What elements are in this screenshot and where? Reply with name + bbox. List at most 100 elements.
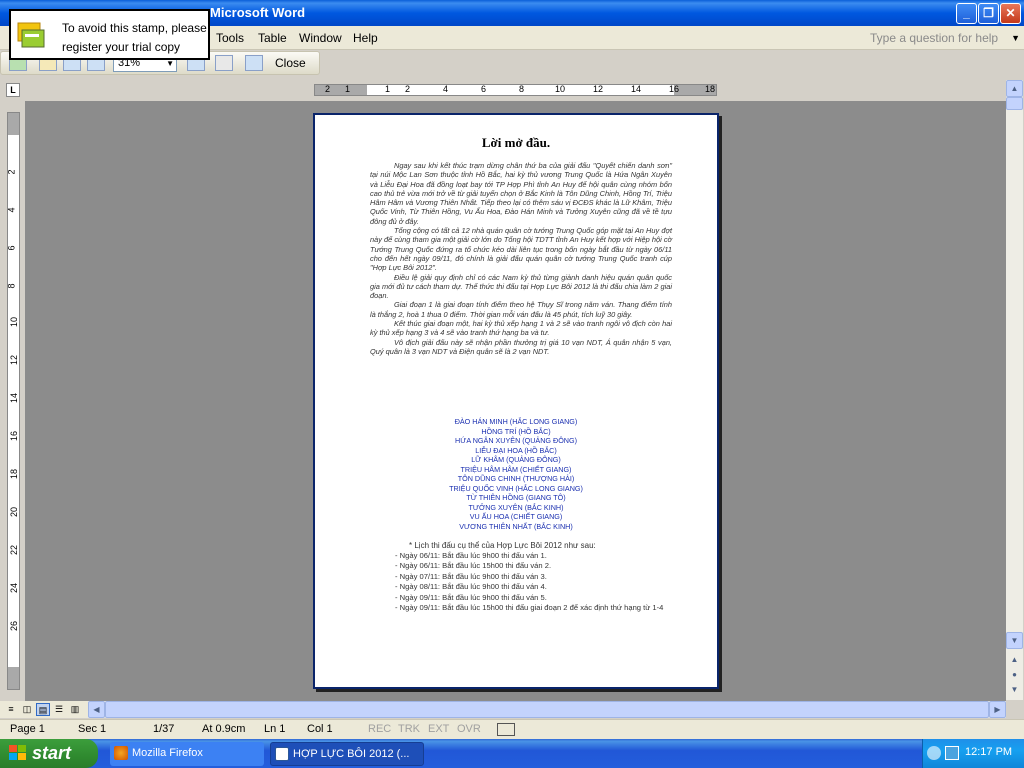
ruler-number: 2: [405, 84, 411, 94]
ruler-number: 14: [9, 392, 20, 404]
web-layout-icon[interactable]: ◫: [20, 703, 34, 716]
ruler-number: 10: [555, 84, 566, 94]
taskbar-item-word[interactable]: HỢP LỰC BÔI 2012 (...: [270, 742, 424, 766]
ruler-number: 20: [9, 506, 20, 518]
document-area[interactable]: Lời mở đầu. Ngay sau khi kết thúc trạm d…: [25, 101, 1006, 701]
spelling-status-icon[interactable]: [497, 723, 515, 736]
horizontal-scrollbar[interactable]: ◀ ▶: [88, 701, 1006, 718]
taskbar-item-firefox[interactable]: Mozilla Firefox: [110, 742, 264, 766]
vertical-ruler[interactable]: 2 4 6 8 10 12 14 16 18 20 22 24 26: [7, 112, 20, 690]
network-icon[interactable]: [945, 746, 959, 760]
ruler-number: 6: [481, 84, 487, 94]
ruler-number: 16: [669, 84, 680, 94]
status-trk[interactable]: TRK: [398, 723, 420, 735]
start-button[interactable]: start: [0, 739, 98, 768]
scroll-down-button[interactable]: ▼: [1006, 632, 1023, 649]
stamp-message-line-1: To avoid this stamp, please: [62, 21, 207, 35]
paragraph: Tổng cộng có tất cả 12 nhà quán quân cờ …: [370, 226, 672, 273]
normal-view-icon[interactable]: ≡: [4, 703, 18, 716]
ruler-number: 6: [6, 245, 17, 251]
vertical-scrollbar[interactable]: ▲ ▼ ▲ ● ▼: [1006, 80, 1023, 700]
ruler-number: 12: [593, 84, 604, 94]
menu-tools[interactable]: Tools: [216, 31, 244, 45]
player-name: HỨA NGÂN XUYÊN (QUẢNG ĐÔNG): [455, 436, 577, 445]
ruler-number: 4: [443, 84, 449, 94]
ruler-number: 18: [705, 84, 716, 94]
paragraph: Giai đoạn 1 là giai đoạn tính điểm theo …: [370, 300, 672, 319]
ruler-number: 2: [6, 169, 17, 175]
next-page-icon[interactable]: ▼: [1006, 682, 1023, 699]
taskbar-item-label: HỢP LỰC BÔI 2012 (...: [293, 748, 410, 760]
window-title: Microsoft Word: [210, 5, 306, 20]
taskbar: start Mozilla Firefox HỢP LỰC BÔI 2012 (…: [0, 739, 1024, 768]
status-line: Ln 1: [264, 723, 286, 735]
reading-layout-icon[interactable]: ▥: [68, 703, 82, 716]
ask-question-input[interactable]: Type a question for help ▼: [866, 29, 1020, 47]
close-preview-button[interactable]: Close: [269, 54, 312, 73]
menu-help[interactable]: Help: [353, 31, 378, 45]
shrink-to-fit-icon[interactable]: [215, 55, 233, 71]
scroll-up-button[interactable]: ▲: [1006, 80, 1023, 97]
horizontal-ruler[interactable]: 2 1 1 2 4 6 8 10 12 14 16 18: [314, 84, 717, 96]
scroll-right-button[interactable]: ▶: [989, 701, 1006, 718]
minimize-button[interactable]: _: [956, 3, 977, 24]
menu-window[interactable]: Window: [299, 31, 342, 45]
horizontal-scroll-thumb[interactable]: [105, 701, 989, 718]
vertical-scroll-thumb[interactable]: [1006, 97, 1023, 110]
ruler-number: 4: [6, 207, 17, 213]
ruler-number: 22: [9, 544, 20, 556]
player-list: ĐÀO HÁN MINH (HẮC LONG GIANG) HỒNG TRÍ (…: [315, 417, 717, 531]
ruler-number: 2: [325, 84, 331, 94]
player-name: TRIỆU HÂM HÂM (CHIẾT GIANG): [460, 464, 572, 474]
player-name: TƯỞNG XUYÊN (BẮC KINH): [468, 502, 564, 512]
document-title: Lời mở đầu.: [481, 135, 551, 150]
print-layout-icon[interactable]: ▤: [36, 703, 50, 716]
ruler-number: 18: [9, 468, 20, 480]
maximize-button[interactable]: ❐: [978, 3, 999, 24]
system-tray: 12:17 PM: [922, 739, 1024, 768]
player-name: LIỄU ĐẠI HOA (HỒ BẮC): [475, 445, 557, 455]
paragraph: Điều lệ giải quy định chỉ có các Nam kỳ …: [370, 272, 672, 301]
schedule-item: - Ngày 09/11: Bắt đầu lúc 9h00 thi đấu v…: [395, 592, 547, 602]
ruler-number: 26: [9, 620, 20, 632]
tab-selector[interactable]: L: [6, 83, 20, 97]
ruler-bottom-margin: [8, 667, 19, 689]
tray-expand-icon[interactable]: [927, 746, 941, 760]
status-page: Page 1: [10, 723, 45, 735]
status-ext[interactable]: EXT: [428, 723, 449, 735]
trial-stamp-popup: To avoid this stamp, please register you…: [9, 9, 210, 60]
status-column: Col 1: [307, 723, 333, 735]
status-position: At 0.9cm: [202, 723, 246, 735]
status-ovr[interactable]: OVR: [457, 723, 481, 735]
schedule-item: - Ngày 09/11: Bắt đầu lúc 15h00 thi đấu …: [395, 603, 664, 613]
player-name: VU ẤU HOA (CHIẾT GIANG): [469, 512, 563, 521]
stamp-icon: [17, 22, 45, 48]
player-name: ĐÀO HÁN MINH (HẮC LONG GIANG): [454, 417, 578, 426]
schedule-item: - Ngày 08/11: Bắt đầu lúc 9h00 thi đấu v…: [395, 582, 547, 592]
player-name: HỒNG TRÍ (HỒ BẮC): [481, 426, 551, 436]
paragraph: Vô địch giải đấu này sẽ nhận phần thưởng…: [370, 337, 672, 356]
windows-logo-icon: [9, 745, 26, 760]
ask-question-placeholder: Type a question for help: [870, 31, 999, 45]
menu-table[interactable]: Table: [258, 31, 287, 45]
chevron-down-icon[interactable]: ▼: [1011, 29, 1020, 47]
ruler-number: 8: [6, 283, 17, 289]
full-screen-icon[interactable]: [245, 55, 263, 71]
schedule-item: - Ngày 06/11: Bắt đầu lúc 9h00 thi đấu v…: [395, 551, 547, 560]
clock[interactable]: 12:17 PM: [965, 746, 1012, 758]
ruler-number: 14: [631, 84, 642, 94]
status-section: Sec 1: [78, 723, 107, 735]
schedule-list: - Ngày 06/11: Bắt đầu lúc 9h00 thi đấu v…: [395, 551, 675, 613]
outline-view-icon[interactable]: ☰: [52, 703, 66, 716]
ruler-top-margin: [8, 113, 19, 135]
schedule-item: - Ngày 06/11: Bắt đầu lúc 15h00 thi đấu …: [395, 561, 552, 571]
status-rec[interactable]: REC: [368, 723, 391, 735]
document-page[interactable]: Lời mở đầu. Ngay sau khi kết thúc trạm d…: [313, 113, 719, 689]
scroll-left-button[interactable]: ◀: [88, 701, 105, 718]
ruler-left-margin: [315, 85, 367, 95]
document-body: Ngay sau khi kết thúc trạm dừng chân thứ…: [370, 161, 672, 356]
ruler-number: 1: [385, 84, 391, 94]
taskbar-item-label: Mozilla Firefox: [132, 747, 203, 759]
ruler-number: 8: [519, 84, 525, 94]
close-window-button[interactable]: ✕: [1000, 3, 1021, 24]
